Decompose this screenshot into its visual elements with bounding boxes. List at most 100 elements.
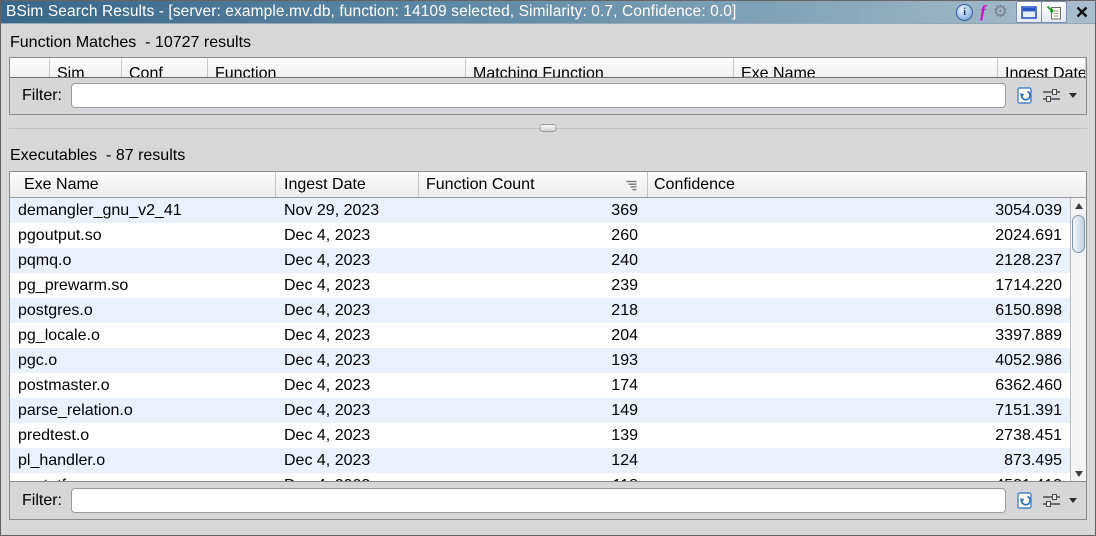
- exe-name-cell: parse_relation.o: [10, 402, 276, 420]
- settings-gear-icon[interactable]: ⚙: [993, 4, 1008, 20]
- exe-name-cell: pqmq.o: [10, 252, 276, 270]
- function-count-cell: 193: [419, 352, 648, 370]
- fm-column-matching-function[interactable]: Matching Function: [466, 58, 734, 78]
- filter-toolbar-icons: [1015, 86, 1079, 105]
- executables-header-row: Exe Name Ingest Date Function Count Conf…: [10, 172, 1086, 198]
- function-count-cell: 260: [419, 227, 648, 245]
- executables-filter-bar: Filter:: [10, 482, 1086, 519]
- exe-column-function-count[interactable]: Function Count: [419, 172, 648, 197]
- confidence-cell: 3054.039: [648, 202, 1070, 220]
- title-bar-icons: i f ⚙: [949, 1, 1090, 23]
- scroll-down-button[interactable]: [1071, 466, 1086, 481]
- table-row[interactable]: demangler_gnu_v2_41 Nov 29, 2023 369 305…: [10, 198, 1070, 223]
- table-row[interactable]: predtest.o Dec 4, 2023 139 2738.451: [10, 423, 1070, 448]
- table-row[interactable]: parse_relation.o Dec 4, 2023 149 7151.39…: [10, 398, 1070, 423]
- ingest-date-cell: Dec 4, 2023: [276, 227, 419, 245]
- fm-column-sim[interactable]: Sim: [50, 58, 122, 78]
- exe-name-cell: pgstatfuncs.o: [10, 477, 276, 482]
- filter-label: Filter:: [22, 87, 62, 105]
- ingest-date-cell: Dec 4, 2023: [276, 277, 419, 295]
- function-count-cell: 218: [419, 302, 648, 320]
- executables-panel: Exe Name Ingest Date Function Count Conf…: [9, 171, 1087, 520]
- table-row[interactable]: pqmq.o Dec 4, 2023 240 2128.237: [10, 248, 1070, 273]
- confidence-cell: 3397.889: [648, 327, 1070, 345]
- window-button-group: [1016, 1, 1067, 23]
- fm-column-status[interactable]: [10, 58, 50, 78]
- exe-name-cell: postgres.o: [10, 302, 276, 320]
- confidence-cell: 2128.237: [648, 252, 1070, 270]
- exe-name-cell: predtest.o: [10, 427, 276, 445]
- function-matches-panel: Sim Conf Function Matching Function Exe …: [9, 57, 1087, 115]
- function-matches-table: Sim Conf Function Matching Function Exe …: [10, 58, 1086, 78]
- confidence-cell: 2738.451: [648, 427, 1070, 445]
- snapshot-button[interactable]: [1041, 1, 1067, 23]
- ingest-date-cell: Dec 4, 2023: [276, 327, 419, 345]
- restore-window-button[interactable]: [1016, 1, 1042, 23]
- confidence-cell: 1714.220: [648, 277, 1070, 295]
- ingest-date-cell: Dec 4, 2023: [276, 452, 419, 470]
- scroll-up-button[interactable]: [1071, 198, 1086, 213]
- exe-name-cell: pg_prewarm.so: [10, 277, 276, 295]
- filter-options-sliders-icon[interactable]: [1042, 88, 1061, 103]
- fm-column-ingest-date[interactable]: Ingest Date: [998, 58, 1086, 78]
- bsim-search-results-window: BSim Search Results - [server: example.m…: [0, 0, 1096, 536]
- fm-column-exe-name[interactable]: Exe Name: [734, 58, 998, 78]
- exe-column-ingest-date[interactable]: Ingest Date: [276, 172, 419, 197]
- window-icon: [1021, 6, 1037, 19]
- filter-menu-caret-icon[interactable]: [1069, 93, 1077, 98]
- function-count-cell: 124: [419, 452, 648, 470]
- filter-options-sliders-icon[interactable]: [1042, 493, 1061, 508]
- splitter-handle[interactable]: [540, 124, 557, 132]
- function-matches-filter-bar: Filter:: [10, 77, 1086, 114]
- confidence-cell: 6150.898: [648, 302, 1070, 320]
- exe-name-cell: pgc.o: [10, 352, 276, 370]
- table-row[interactable]: pl_handler.o Dec 4, 2023 124 873.495: [10, 448, 1070, 473]
- sort-indicator-icon: [625, 180, 638, 191]
- create-filter-icon[interactable]: [1015, 86, 1034, 105]
- fm-column-conf[interactable]: Conf: [122, 58, 208, 78]
- function-count-cell: 369: [419, 202, 648, 220]
- table-row[interactable]: pgstatfuncs.o Dec 4, 2023 118 4531.413: [10, 473, 1070, 481]
- ingest-date-cell: Dec 4, 2023: [276, 427, 419, 445]
- vertical-scrollbar[interactable]: [1070, 198, 1086, 481]
- up-arrow-icon: [1075, 203, 1083, 209]
- function-matches-filter-input[interactable]: [71, 83, 1006, 108]
- title-bar[interactable]: BSim Search Results - [server: example.m…: [1, 1, 1095, 24]
- exe-name-cell: demangler_gnu_v2_41: [10, 202, 276, 220]
- fm-column-function[interactable]: Function: [208, 58, 466, 78]
- ingest-date-cell: Dec 4, 2023: [276, 252, 419, 270]
- exe-name-cell: postmaster.o: [10, 377, 276, 395]
- table-row[interactable]: pg_prewarm.so Dec 4, 2023 239 1714.220: [10, 273, 1070, 298]
- exe-column-exe-name[interactable]: Exe Name: [10, 172, 276, 197]
- confidence-cell: 7151.391: [648, 402, 1070, 420]
- table-row[interactable]: postgres.o Dec 4, 2023 218 6150.898: [10, 298, 1070, 323]
- confidence-cell: 2024.691: [648, 227, 1070, 245]
- function-count-cell: 239: [419, 277, 648, 295]
- function-count-label: Function Count: [426, 176, 535, 193]
- function-count-cell: 174: [419, 377, 648, 395]
- exe-table-body: demangler_gnu_v2_41 Nov 29, 2023 369 305…: [10, 198, 1070, 481]
- exe-name-cell: pgoutput.so: [10, 227, 276, 245]
- exe-name-cell: pg_locale.o: [10, 327, 276, 345]
- table-row[interactable]: pg_locale.o Dec 4, 2023 204 3397.889: [10, 323, 1070, 348]
- executables-filter-input[interactable]: [71, 488, 1006, 513]
- function-icon[interactable]: f: [980, 5, 986, 19]
- table-row[interactable]: pgoutput.so Dec 4, 2023 260 2024.691: [10, 223, 1070, 248]
- executables-table: Exe Name Ingest Date Function Count Conf…: [10, 172, 1086, 482]
- function-count-cell: 139: [419, 427, 648, 445]
- function-count-cell: 204: [419, 327, 648, 345]
- confidence-cell: 6362.460: [648, 377, 1070, 395]
- ingest-date-cell: Nov 29, 2023: [276, 202, 419, 220]
- ingest-date-cell: Dec 4, 2023: [276, 302, 419, 320]
- exe-column-confidence[interactable]: Confidence: [648, 172, 1086, 197]
- clipboard-arrow-icon: [1046, 5, 1062, 20]
- table-row[interactable]: postmaster.o Dec 4, 2023 174 6362.460: [10, 373, 1070, 398]
- close-icon[interactable]: [1076, 6, 1088, 18]
- filter-menu-caret-icon[interactable]: [1069, 498, 1077, 503]
- info-icon[interactable]: i: [956, 4, 973, 21]
- create-filter-icon[interactable]: [1015, 491, 1034, 510]
- scrollbar-thumb[interactable]: [1072, 215, 1085, 253]
- table-row[interactable]: pgc.o Dec 4, 2023 193 4052.986: [10, 348, 1070, 373]
- down-arrow-icon: [1075, 471, 1083, 477]
- confidence-cell: 4531.413: [648, 477, 1070, 482]
